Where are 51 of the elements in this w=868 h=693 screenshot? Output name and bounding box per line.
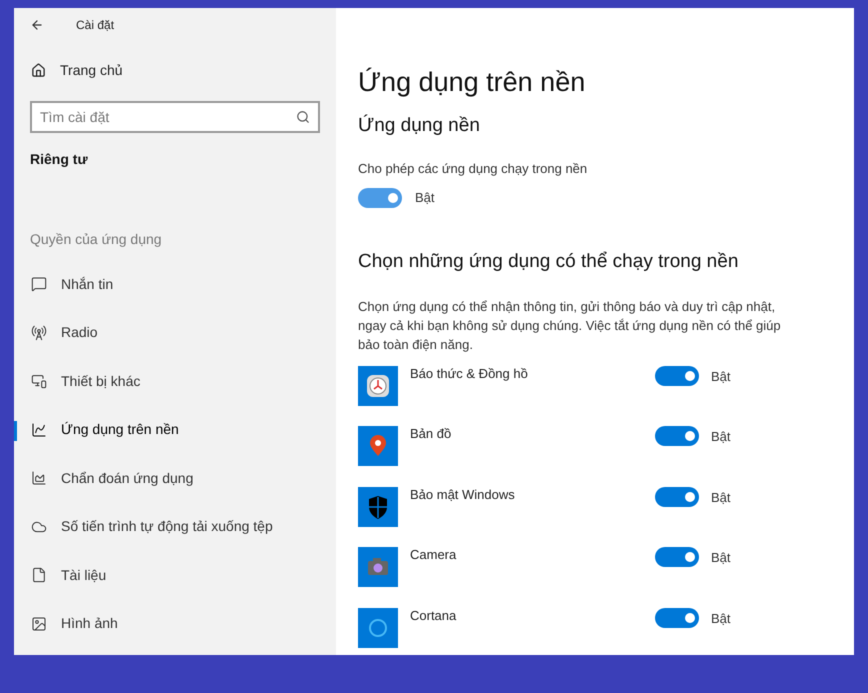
- sidebar-item[interactable]: Tài liệu: [14, 564, 106, 586]
- chart-icon: [31, 470, 47, 486]
- section-heading: Riêng tư: [29, 150, 89, 169]
- toggle-state: Bật: [415, 189, 435, 208]
- section-title: Chọn những ứng dụng có thể chạy trong nền: [358, 250, 740, 274]
- app-name: Camera: [410, 546, 458, 564]
- app-icon: [358, 547, 398, 587]
- toggle-switch[interactable]: [655, 366, 699, 386]
- app-icon: [358, 366, 398, 406]
- app-icon: [358, 426, 398, 466]
- message-icon: [31, 276, 47, 292]
- window-title: Cài đặt: [76, 17, 114, 34]
- sidebar-item[interactable]: Ứng dụng trên nền: [14, 419, 179, 440]
- toggle-state: Bật: [711, 488, 731, 506]
- app-name: Bản đồ: [410, 425, 452, 443]
- toggle-state: Bật: [711, 368, 731, 386]
- toggle-switch[interactable]: [358, 188, 402, 208]
- setting-label: Cho phép các ứng dụng chạy trong nền: [358, 160, 588, 178]
- sidebar-item[interactable]: Số tiến trình tự động tải xuống tệp: [14, 516, 273, 538]
- toggle-state: Bật: [711, 549, 731, 567]
- antenna-icon: [31, 324, 47, 341]
- back-button[interactable]: [30, 18, 44, 32]
- app-name: Báo thức & Đồng hồ: [410, 364, 529, 383]
- toggle-state: Bật: [711, 428, 731, 446]
- sidebar-item[interactable]: Hình ảnh: [14, 613, 118, 634]
- toggle-switch[interactable]: [655, 608, 699, 628]
- toggle-switch[interactable]: [655, 426, 699, 446]
- sidebar-item[interactable]: Chẩn đoán ứng dụng: [14, 468, 194, 489]
- app-name: Cortana: [410, 606, 458, 624]
- search-icon: [296, 110, 310, 124]
- image-icon: [31, 616, 47, 632]
- home-link[interactable]: Trang chủ: [14, 55, 336, 85]
- app-icon: [358, 608, 398, 648]
- app-name: Bảo mật Windows: [410, 486, 516, 504]
- toggle-state: Bật: [711, 610, 731, 628]
- sidebar-item[interactable]: Thiết bị khác: [14, 370, 140, 392]
- app-icon: [358, 486, 398, 526]
- section-title: Ứng dụng nền: [358, 114, 481, 138]
- home-icon: [31, 62, 46, 78]
- chart-icon: [31, 422, 47, 438]
- group-heading: Quyền của ứng dụng: [29, 230, 163, 249]
- selection-indicator: [14, 420, 17, 440]
- sidebar-item[interactable]: Nhắn tin: [14, 274, 114, 295]
- devices-icon: [31, 373, 47, 390]
- sidebar-item[interactable]: Radio: [14, 322, 98, 344]
- document-icon: [31, 567, 47, 584]
- page-title: Ứng dụng trên nền: [358, 66, 586, 99]
- toggle-switch[interactable]: [655, 547, 699, 567]
- search-field[interactable]: Tìm cài đặt: [30, 101, 320, 133]
- toggle-switch[interactable]: [655, 486, 699, 506]
- description: Chọn ứng dụng có thể nhận thông tin, gửi thông báo và duy trì cập nhật, ngay cả khi bạn không sử dụng chúng. Việc tắt ứng dụng nền có thể giúp bảo toàn điện năng.: [358, 298, 782, 354]
